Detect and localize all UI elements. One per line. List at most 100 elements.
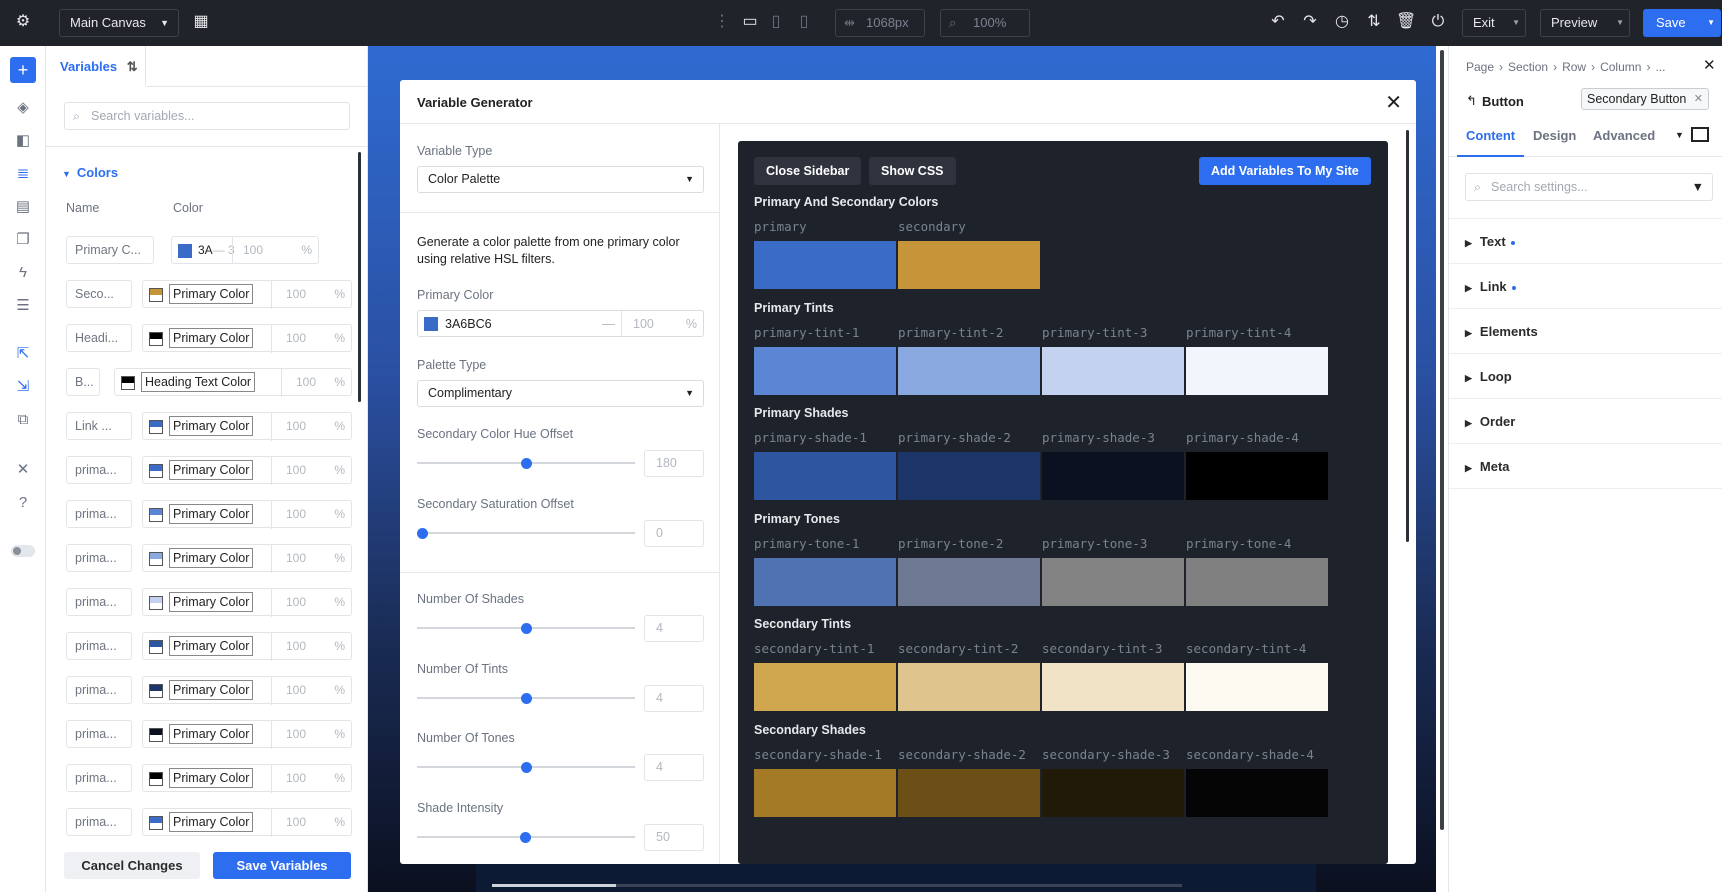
tab-content[interactable]: Content — [1466, 128, 1515, 143]
color-swatch[interactable] — [149, 684, 163, 698]
color-swatch[interactable] — [149, 596, 163, 610]
breadcrumb-item[interactable]: Page — [1466, 60, 1494, 74]
primary-color-opacity[interactable]: 100 — [633, 317, 654, 331]
chevron-down-icon[interactable]: ▼ — [1707, 9, 1715, 37]
components-icon[interactable]: ⧉ — [13, 410, 33, 430]
variable-name-field[interactable]: prima... — [66, 808, 132, 836]
variable-color-field[interactable]: Primary Color 100% — [142, 720, 352, 749]
settings-section[interactable]: ▶ Link — [1449, 264, 1722, 309]
tints-slider[interactable] — [417, 693, 635, 704]
chevron-down-icon[interactable]: ▼ — [1675, 130, 1684, 140]
variable-name-field[interactable]: prima... — [66, 676, 132, 704]
primary-color-field[interactable]: 3A6BC6 — 100 % — [417, 310, 704, 337]
trash-icon[interactable]: 🗑 — [1396, 12, 1416, 32]
variable-color-field[interactable]: Primary Color 100% — [142, 456, 352, 485]
tones-input[interactable]: 4 — [644, 754, 704, 781]
filter-icon[interactable]: ▼ — [1692, 174, 1704, 200]
shades-input[interactable]: 4 — [644, 615, 704, 642]
save-button[interactable]: Save ▼ — [1643, 9, 1721, 37]
color-reference-tag[interactable]: Primary Color — [169, 724, 254, 744]
variable-name-field[interactable]: prima... — [66, 764, 132, 792]
opacity-field[interactable]: 100% — [271, 501, 351, 529]
preview-button[interactable]: Preview ▼ — [1540, 9, 1630, 37]
grid-icon[interactable]: ▦ — [191, 12, 211, 32]
color-swatch[interactable] — [149, 772, 163, 786]
opacity-field[interactable]: 100 % — [232, 237, 318, 263]
modal-scrollbar[interactable] — [1406, 130, 1409, 542]
list-icon[interactable]: ☰ — [13, 296, 33, 316]
color-swatch[interactable] — [898, 768, 1040, 817]
square-view-icon[interactable] — [1691, 127, 1709, 142]
close-icon[interactable]: ✕ — [1703, 56, 1716, 74]
opacity-field[interactable]: 100% — [271, 721, 351, 749]
color-swatch[interactable] — [754, 663, 896, 711]
breadcrumb-item[interactable]: Section — [1508, 60, 1548, 74]
cursor-icon[interactable]: ⇱ — [13, 344, 33, 364]
color-swatch[interactable] — [898, 663, 1040, 711]
canvas-scrollbar[interactable] — [1440, 50, 1444, 830]
variable-name-field[interactable]: prima... — [66, 588, 132, 616]
color-swatch[interactable] — [1186, 452, 1328, 500]
shade-intensity-slider[interactable] — [417, 832, 635, 843]
variable-color-field[interactable]: Primary Color 100% — [142, 676, 352, 705]
slider-knob[interactable] — [417, 528, 428, 539]
select-icon[interactable]: ⇲ — [13, 377, 33, 397]
color-swatch[interactable] — [1042, 452, 1184, 500]
settings-section[interactable]: ▶ Meta — [1449, 444, 1722, 489]
history-icon[interactable]: ◷ — [1332, 12, 1352, 32]
variable-name-field[interactable]: Link ... — [66, 412, 132, 440]
tab-design[interactable]: Design — [1533, 128, 1576, 143]
opacity-field[interactable]: 100% — [271, 765, 351, 793]
variable-name-field[interactable]: prima... — [66, 500, 132, 528]
save-variables-button[interactable]: Save Variables — [213, 852, 351, 879]
settings-section[interactable]: ▶ Elements — [1449, 309, 1722, 354]
primary-color-swatch[interactable] — [424, 317, 438, 331]
tones-slider[interactable] — [417, 762, 635, 773]
color-swatch[interactable] — [149, 552, 163, 566]
color-swatch[interactable] — [754, 452, 896, 500]
color-swatch[interactable] — [149, 508, 163, 522]
show-css-button[interactable]: Show CSS — [869, 157, 956, 185]
variable-name-field[interactable]: prima... — [66, 632, 132, 660]
help-icon[interactable]: ? — [13, 493, 33, 513]
variable-color-field[interactable]: Primary Color 100% — [142, 632, 352, 661]
color-swatch[interactable] — [149, 816, 163, 830]
breadcrumb-item[interactable]: Row — [1562, 60, 1586, 74]
settings-section[interactable]: ▶ Loop — [1449, 354, 1722, 399]
color-reference-tag[interactable]: Primary Color — [169, 284, 254, 304]
color-swatch[interactable] — [898, 452, 1040, 500]
width-field[interactable]: ⇹ 1068px — [835, 9, 925, 37]
variable-color-field[interactable]: Primary Color 100% — [142, 544, 352, 573]
variable-name-field[interactable]: Seco... — [66, 280, 132, 308]
breadcrumb-item[interactable]: Column — [1600, 60, 1641, 74]
color-reference-tag[interactable]: Primary Color — [169, 328, 254, 348]
color-swatch[interactable] — [149, 332, 163, 346]
variable-color-field[interactable]: Primary Color 100% — [142, 280, 352, 309]
chevron-down-icon[interactable]: ▼ — [1512, 10, 1520, 36]
color-swatch[interactable] — [898, 557, 1040, 606]
canvas-select[interactable]: Main Canvas ▼ — [59, 9, 179, 37]
color-reference-tag[interactable]: Primary Color — [169, 416, 254, 436]
variable-name-field[interactable]: prima... — [66, 544, 132, 572]
color-swatch[interactable] — [754, 557, 896, 606]
presets-icon[interactable]: ▤ — [13, 197, 33, 217]
color-reference-tag[interactable]: Primary Color — [169, 768, 254, 788]
opacity-field[interactable]: 100% — [281, 369, 351, 397]
back-icon[interactable]: ↰ — [1466, 93, 1477, 109]
saturation-offset-input[interactable]: 0 — [644, 520, 704, 547]
color-swatch[interactable] — [1042, 346, 1184, 395]
variable-color-field[interactable]: 3A— 3 100 % — [171, 236, 319, 264]
color-reference-tag[interactable]: Primary Color — [169, 636, 254, 656]
color-swatch[interactable] — [1186, 768, 1328, 817]
phone-view-icon[interactable]: ▯ — [796, 12, 812, 32]
slider-knob[interactable] — [521, 693, 532, 704]
slider-knob[interactable] — [520, 832, 531, 843]
sort-icon[interactable]: ⇅ — [1364, 12, 1384, 32]
variables-tab[interactable]: Variables ⇅ — [46, 46, 146, 87]
redo-icon[interactable]: ↷ — [1300, 12, 1320, 32]
tab-advanced[interactable]: Advanced — [1593, 128, 1655, 143]
color-swatch[interactable] — [1186, 663, 1328, 711]
color-swatch[interactable] — [754, 346, 896, 395]
colors-group-header[interactable]: ▼ Colors — [62, 165, 118, 180]
opacity-field[interactable]: 100% — [271, 281, 351, 309]
